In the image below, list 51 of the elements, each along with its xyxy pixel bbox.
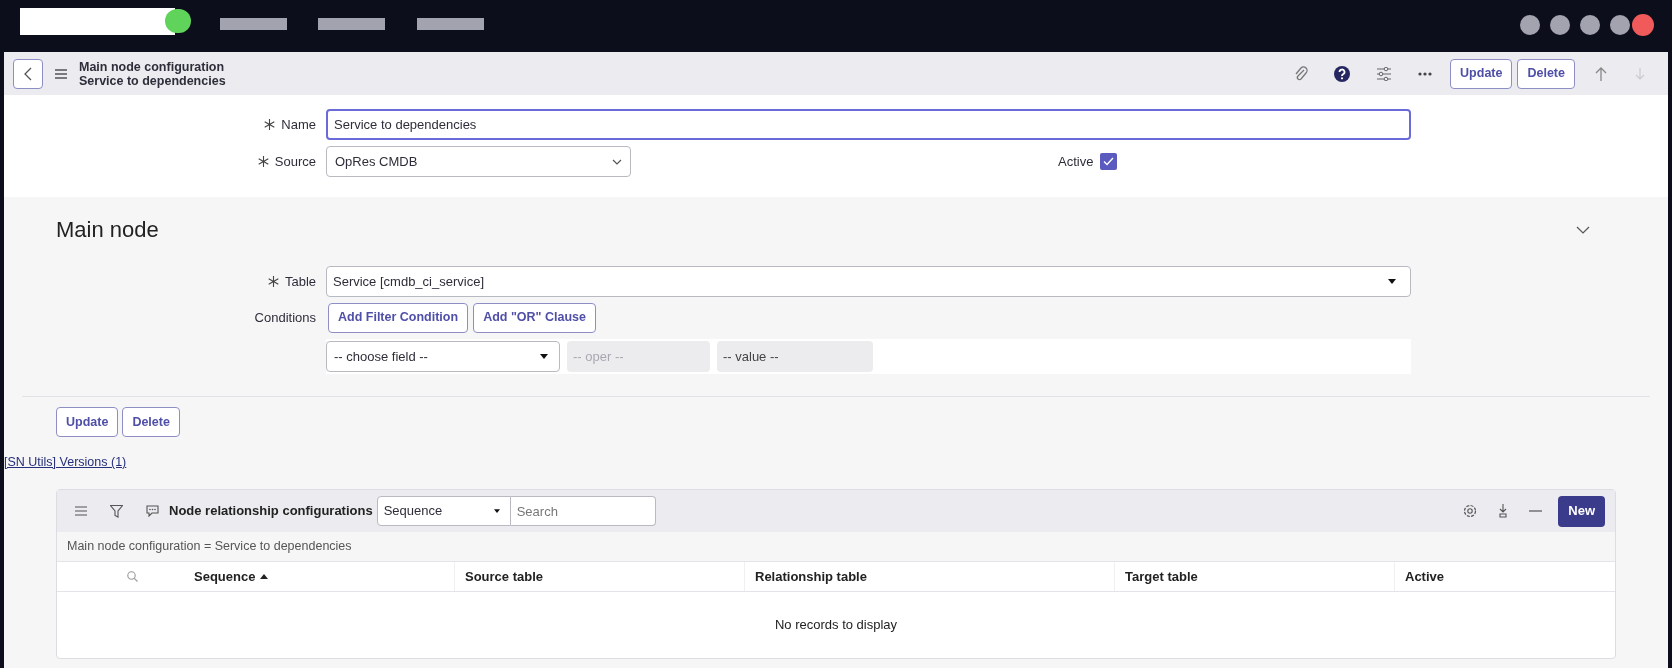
- field-label: Source: [274, 152, 316, 171]
- up-arrow-icon[interactable]: [1595, 66, 1607, 81]
- field-label: Active: [1058, 152, 1094, 171]
- add-or-button[interactable]: Add "OR" Clause: [473, 302, 596, 333]
- field-label: Name: [281, 115, 316, 134]
- paperclip-icon[interactable]: [1294, 65, 1309, 82]
- menu-icon[interactable]: [55, 68, 67, 79]
- column-header[interactable]: Sequence: [184, 562, 454, 591]
- search-column-select[interactable]: Sequence: [376, 496, 511, 526]
- value-field: -- value --: [717, 341, 873, 372]
- delete-button[interactable]: Delete: [1517, 58, 1575, 89]
- more-icon[interactable]: [1418, 71, 1433, 76]
- check-icon: [1103, 157, 1115, 166]
- sliders-icon[interactable]: [1376, 66, 1393, 81]
- update-button[interactable]: Update: [1450, 58, 1513, 89]
- back-button[interactable]: [13, 58, 43, 89]
- list-title: Node relationship configurations: [169, 502, 373, 521]
- help-icon[interactable]: [1334, 65, 1351, 82]
- empty-message: No records to display: [774, 616, 898, 635]
- field-label: Table: [284, 272, 316, 291]
- chevron-icon: [612, 158, 622, 165]
- comment-icon[interactable]: [146, 505, 159, 517]
- search-field[interactable]: Search: [510, 496, 656, 526]
- source-select[interactable]: OpRes CMDB: [326, 146, 631, 177]
- section-title: Main node: [56, 216, 159, 244]
- back-icon: [24, 66, 32, 81]
- name-field[interactable]: Service to dependencies: [326, 109, 1411, 140]
- caret-icon: [493, 509, 500, 513]
- minimize-icon[interactable]: [1529, 510, 1543, 512]
- update-button[interactable]: Update: [56, 407, 119, 437]
- page-title: Main node configuration: [79, 59, 226, 74]
- column-header[interactable]: Source table: [454, 562, 744, 591]
- new-button[interactable]: New: [1558, 495, 1605, 527]
- down-arrow-icon: [1635, 67, 1645, 80]
- field-select[interactable]: -- choose field --: [326, 341, 560, 372]
- active-checkbox[interactable]: [1100, 153, 1118, 170]
- column-header[interactable]: Active: [1394, 562, 1615, 591]
- caret-icon: [540, 354, 548, 359]
- column-header[interactable]: Relationship table: [744, 562, 1114, 591]
- delete-button[interactable]: Delete: [122, 407, 180, 437]
- versions-link[interactable]: [SN Utils] Versions (1): [4, 455, 127, 469]
- download-icon[interactable]: [1497, 504, 1510, 518]
- page-subtitle: Service to dependencies: [79, 73, 226, 88]
- filter-icon[interactable]: [110, 504, 123, 518]
- column-header[interactable]: Target table: [1114, 562, 1394, 591]
- add-filter-button[interactable]: Add Filter Condition: [328, 302, 469, 333]
- caret-icon: [1388, 279, 1396, 284]
- breadcrumb: Main node configuration = Service to dependencies: [67, 538, 352, 556]
- table-select[interactable]: Service [cmdb_ci_service]: [326, 266, 1411, 297]
- settings-icon[interactable]: [1463, 504, 1478, 518]
- field-label: Conditions: [254, 308, 316, 327]
